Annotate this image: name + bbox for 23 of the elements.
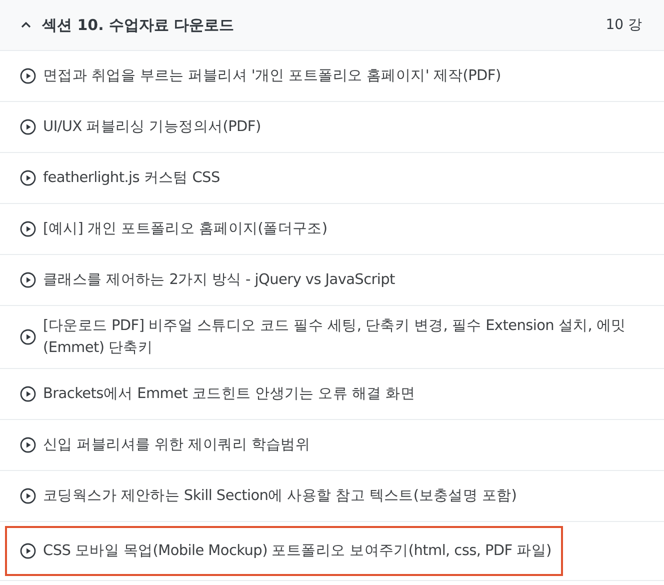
highlighted-lesson-item[interactable]: CSS 모바일 목업(Mobile Mockup) 포트폴리오 보여주기(html, css, PDF 파일) (5, 526, 564, 576)
lesson-item[interactable]: 클래스를 제어하는 2가지 방식 - jQuery vs JavaScript (5, 255, 659, 305)
play-icon (20, 488, 36, 504)
lesson-item[interactable]: [다운로드 PDF] 비주얼 스튜디오 코드 필수 세팅, 단축키 변경, 필수 Extension 설치, 에밋(Emmet) 단축키 (5, 306, 659, 368)
play-icon (20, 221, 36, 237)
play-icon (20, 543, 36, 559)
lesson-item[interactable]: 면접과 취업을 부르는 퍼블리셔 '개인 포트폴리오 홈페이지' 제작(PDF) (5, 51, 659, 101)
play-icon (20, 68, 36, 84)
lesson-item[interactable]: Brackets에서 Emmet 코드힌트 안생기는 오류 해결 화면 (5, 369, 659, 419)
play-icon (20, 329, 36, 345)
lesson-item[interactable]: [예시] 개인 포트폴리오 홈페이지(폴더구조) (5, 204, 659, 254)
section-header[interactable]: 섹션 10. 수업자료 다운로드 10 강 (0, 0, 664, 51)
play-icon (20, 170, 36, 186)
play-icon (20, 386, 36, 402)
section-title: 섹션 10. 수업자료 다운로드 (42, 16, 236, 34)
play-icon (20, 437, 36, 453)
lesson-item[interactable]: 신입 퍼블리셔를 위한 제이쿼리 학습범위 (5, 420, 659, 470)
lesson-item[interactable]: 코딩웍스가 제안하는 Skill Section에 사용할 참고 텍스트(보충설명 포함) (5, 471, 659, 521)
lesson-count: 10 강 (606, 16, 642, 34)
lesson-item[interactable]: UI/UX 퍼블리싱 기능정의서(PDF) (5, 102, 659, 152)
play-icon (20, 272, 36, 288)
play-icon (20, 119, 36, 135)
lesson-item[interactable]: featherlight.js 커스텀 CSS (5, 153, 659, 203)
